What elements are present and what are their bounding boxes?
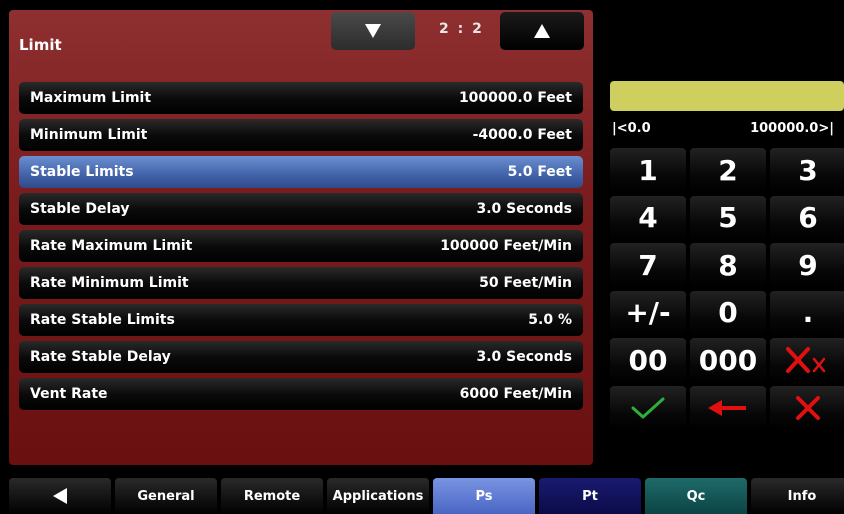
triangle-left-icon [53, 488, 67, 504]
row-value: 100000 Feet/Min [440, 238, 572, 254]
row-value: 3.0 Seconds [476, 201, 573, 217]
clear-x-icon [786, 347, 826, 373]
row-minimum-limit[interactable]: Minimum Limit -4000.0 Feet [19, 119, 583, 151]
key-7[interactable]: 7 [610, 243, 686, 287]
close-icon [796, 395, 820, 420]
row-value: -4000.0 Feet [472, 127, 572, 143]
left-arrow-icon [708, 399, 746, 416]
key-5[interactable]: 5 [690, 195, 766, 240]
row-label: Rate Minimum Limit [30, 275, 189, 291]
bottom-tab-bar: General Remote Applications Ps Pt Qc Inf… [9, 478, 844, 514]
row-label: Stable Delay [30, 201, 130, 217]
triangle-up-icon [534, 24, 550, 38]
row-label: Rate Maximum Limit [30, 238, 193, 254]
key-6[interactable]: 6 [770, 195, 844, 240]
tab-remote[interactable]: Remote [221, 478, 323, 514]
tab-applications[interactable]: Applications [327, 478, 429, 514]
page-title: Limit [19, 36, 62, 54]
row-value: 5.0 Feet [507, 164, 572, 180]
row-rate-stable-limits[interactable]: Rate Stable Limits 5.0 % [19, 304, 583, 336]
row-label: Rate Stable Limits [30, 312, 175, 328]
row-value: 6000 Feet/Min [459, 386, 572, 402]
key-2[interactable]: 2 [690, 148, 766, 192]
page-up-button[interactable] [500, 12, 584, 50]
key-9[interactable]: 9 [770, 243, 844, 287]
clear-entry-button[interactable] [770, 338, 844, 382]
row-vent-rate[interactable]: Vent Rate 6000 Feet/Min [19, 378, 583, 410]
entry-display [610, 81, 844, 111]
row-label: Maximum Limit [30, 90, 152, 106]
row-value: 5.0 % [528, 312, 572, 328]
backspace-button[interactable] [690, 385, 766, 430]
key-decimal[interactable]: . [770, 290, 844, 335]
back-button[interactable] [9, 478, 111, 514]
range-min: |<0.0 [612, 121, 651, 136]
row-label: Minimum Limit [30, 127, 148, 143]
limit-list: Maximum Limit 100000.0 Feet Minimum Limi… [19, 82, 583, 415]
triangle-down-icon [365, 24, 381, 38]
row-stable-delay[interactable]: Stable Delay 3.0 Seconds [19, 193, 583, 225]
key-plus-minus[interactable]: +/- [610, 290, 686, 335]
row-maximum-limit[interactable]: Maximum Limit 100000.0 Feet [19, 82, 583, 114]
page-indicator: 2 : 2 [439, 21, 484, 37]
key-8[interactable]: 8 [690, 243, 766, 287]
key-0[interactable]: 0 [690, 290, 766, 335]
tab-qc[interactable]: Qc [645, 478, 747, 514]
range-indicator: |<0.0 100000.0>| [612, 121, 834, 136]
check-icon [631, 397, 665, 418]
tab-pt[interactable]: Pt [539, 478, 641, 514]
row-label: Stable Limits [30, 164, 134, 180]
key-000[interactable]: 000 [690, 338, 766, 382]
row-rate-minimum-limit[interactable]: Rate Minimum Limit 50 Feet/Min [19, 267, 583, 299]
row-value: 50 Feet/Min [479, 275, 572, 291]
accept-button[interactable] [610, 385, 686, 430]
range-max: 100000.0>| [750, 121, 834, 136]
row-stable-limits[interactable]: Stable Limits 5.0 Feet [19, 156, 583, 188]
tab-info[interactable]: Info [751, 478, 844, 514]
key-00[interactable]: 00 [610, 338, 686, 382]
page-down-button[interactable] [331, 12, 415, 50]
cancel-button[interactable] [770, 385, 844, 430]
row-rate-stable-delay[interactable]: Rate Stable Delay 3.0 Seconds [19, 341, 583, 373]
limit-panel: Limit 2 : 2 Maximum Limit 100000.0 Feet … [9, 10, 593, 465]
key-4[interactable]: 4 [610, 195, 686, 240]
tab-general[interactable]: General [115, 478, 217, 514]
numeric-keypad: 1 2 3 4 5 6 7 8 9 +/- 0 . 00 000 [610, 148, 844, 430]
row-rate-maximum-limit[interactable]: Rate Maximum Limit 100000 Feet/Min [19, 230, 583, 262]
row-value: 100000.0 Feet [458, 90, 572, 106]
key-3[interactable]: 3 [770, 148, 844, 192]
tab-ps[interactable]: Ps [433, 478, 535, 514]
key-1[interactable]: 1 [610, 148, 686, 192]
row-label: Rate Stable Delay [30, 349, 171, 365]
row-value: 3.0 Seconds [476, 349, 573, 365]
row-label: Vent Rate [30, 386, 108, 402]
